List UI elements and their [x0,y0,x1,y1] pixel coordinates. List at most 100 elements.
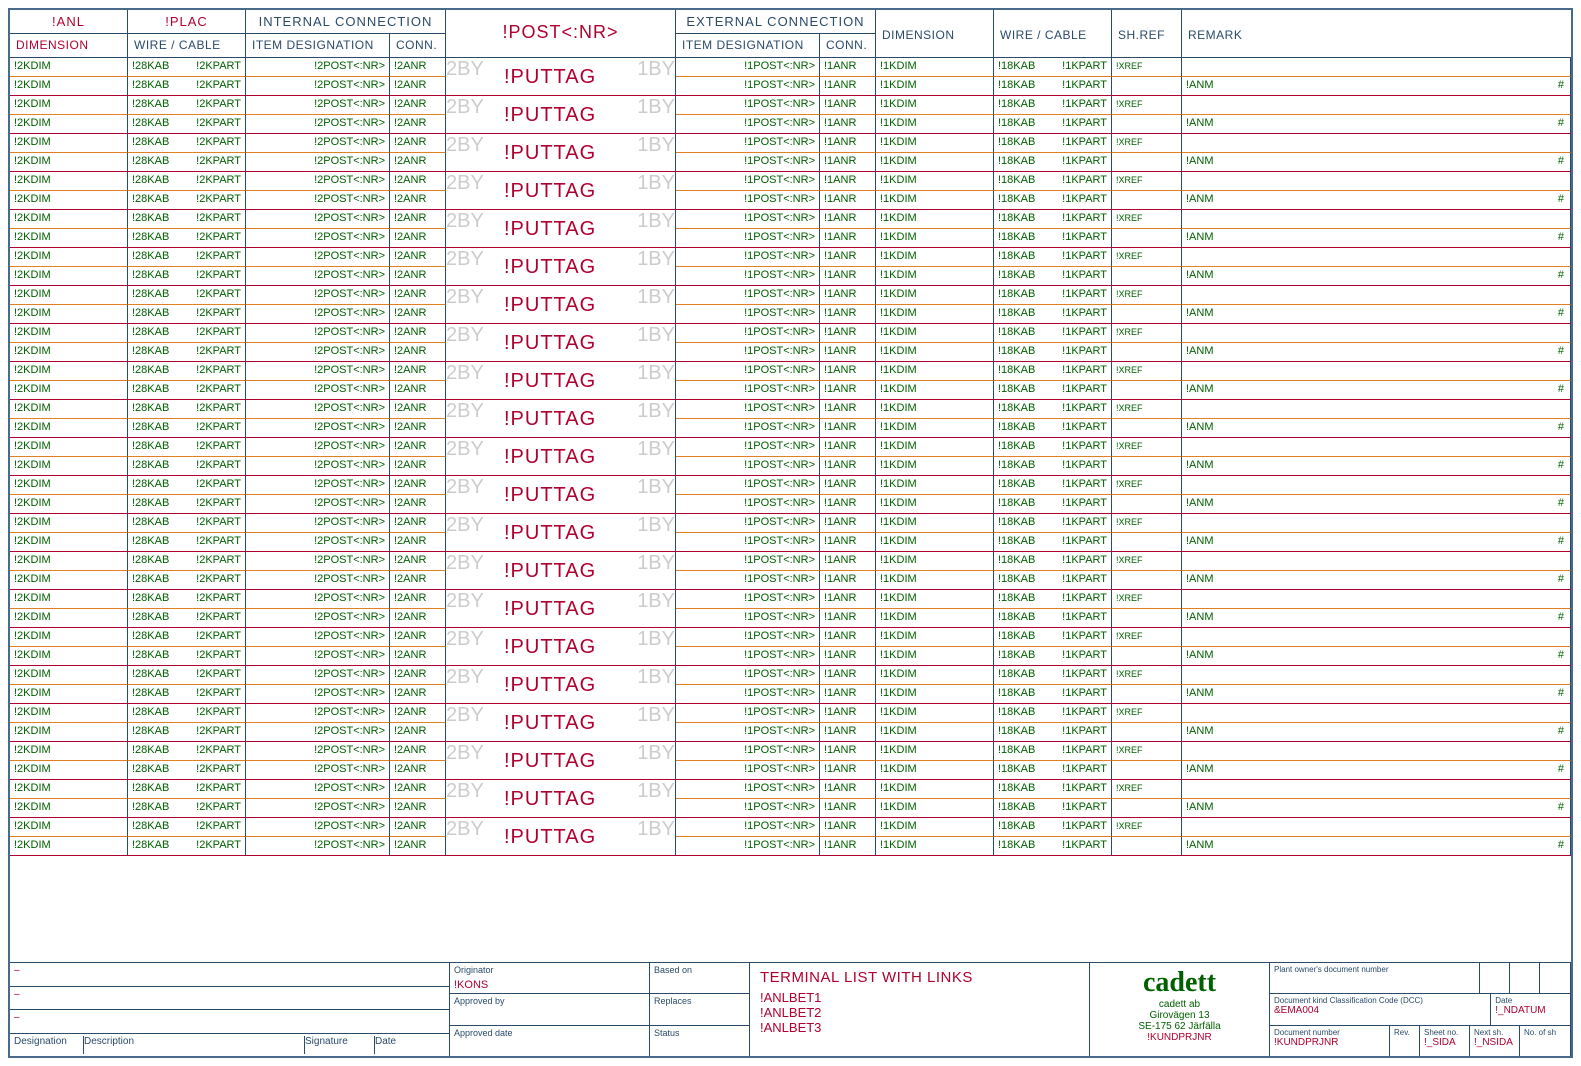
centre-cell: 2BY !PUTTAG 1BY [446,742,676,761]
logo-addr2: SE-175 62 Järfälla [1094,1021,1265,1032]
shref-cell2 [1112,267,1182,286]
cell: !18KAB!1KPART [994,400,1112,419]
cell: !2KDIM [10,305,128,324]
cell: !2ANR [390,58,446,77]
logo-addr1: Girovägen 13 [1094,1010,1265,1021]
cell: !28KAB!2KPART [128,134,246,153]
cell: !1KDIM [876,343,994,362]
cell: !18KAB!1KPART [994,267,1112,286]
cell: !28KAB!2KPART [128,267,246,286]
remark-cell: !ANM# [1182,837,1571,856]
cell: !2POST<:NR> [246,324,390,343]
cell: !28KAB!2KPART [128,115,246,134]
cell: !1KDIM [876,514,994,533]
cell: !2ANR [390,191,446,210]
shref-cell2 [1112,305,1182,324]
tb-dcc-lbl: Document kind Classification Code (DCC) [1274,996,1486,1005]
cell: !2ANR [390,362,446,381]
centre-cell: 2BY !PUTTAG 1BY [446,362,676,381]
cell: !2ANR [390,704,446,723]
cell: !1ANR [820,438,876,457]
tb-nextsh-lbl: Next sh. [1474,1028,1515,1037]
cell: !2KDIM [10,799,128,818]
centre-cell-b [446,533,676,552]
hdr-remark: REMARK [1182,24,1248,48]
cell: !2ANR [390,514,446,533]
cell: !1POST<:NR> [676,153,820,172]
cell: !1POST<:NR> [676,495,820,514]
cell: !28KAB!2KPART [128,58,246,77]
table-rowpair: !2KDIM!28KAB!2KPART!2POST<:NR>!2ANR 2BY … [10,96,1571,134]
table-rowpair: !2KDIM!28KAB!2KPART!2POST<:NR>!2ANR 2BY … [10,742,1571,780]
cell: !2KDIM [10,229,128,248]
cell: !2POST<:NR> [246,514,390,533]
cell: !1KDIM [876,457,994,476]
table-rowpair: !2KDIM!28KAB!2KPART!2POST<:NR>!2ANR 2BY … [10,476,1571,514]
cell: !2KDIM [10,343,128,362]
cell: !18KAB!1KPART [994,58,1112,77]
centre-cell-b [446,685,676,704]
tb-dash2: – [10,987,449,1011]
cell: !1KDIM [876,286,994,305]
cell: !18KAB!1KPART [994,210,1112,229]
cell: !1POST<:NR> [676,704,820,723]
remark-cell: !ANM# [1182,799,1571,818]
centre-cell: 2BY !PUTTAG 1BY [446,628,676,647]
remark-cell: !ANM# [1182,229,1571,248]
cell: !18KAB!1KPART [994,761,1112,780]
cell: !1ANR [820,571,876,590]
hdr-dimension: DIMENSION [10,34,127,58]
remark-cell [1182,742,1571,761]
cell: !1KDIM [876,134,994,153]
cell: !2POST<:NR> [246,533,390,552]
cell: !2POST<:NR> [246,362,390,381]
tb-anlbet1: !ANLBET1 [760,990,1079,1005]
cell: !28KAB!2KPART [128,533,246,552]
cell: !1ANR [820,666,876,685]
centre-cell: 2BY !PUTTAG 1BY [446,818,676,837]
cell: !2ANR [390,267,446,286]
tb-description: Description [84,1036,305,1055]
centre-cell-b [446,761,676,780]
cell: !1POST<:NR> [676,343,820,362]
cell: !2POST<:NR> [246,495,390,514]
hdr-itemdesig-int: ITEM DESIGNATION [246,34,390,58]
cell: !1POST<:NR> [676,267,820,286]
shref-cell: !XREF [1112,628,1182,647]
cell: !2ANR [390,324,446,343]
cell: !28KAB!2KPART [128,77,246,96]
tb-appdate-lbl: Approved date [454,1028,645,1038]
cell: !28KAB!2KPART [128,818,246,837]
logo-company: cadett ab [1094,999,1265,1010]
cell: !18KAB!1KPART [994,742,1112,761]
centre-cell-b [446,115,676,134]
centre-cell: 2BY !PUTTAG 1BY [446,172,676,191]
tb-noofsh-lbl: No. of sh [1524,1028,1566,1037]
cell: !28KAB!2KPART [128,552,246,571]
centre-cell: 2BY !PUTTAG 1BY [446,438,676,457]
shref-cell: !XREF [1112,476,1182,495]
cell: !28KAB!2KPART [128,286,246,305]
cell: !1POST<:NR> [676,723,820,742]
cell: !18KAB!1KPART [994,799,1112,818]
tb-sheetno-lbl: Sheet no. [1424,1028,1465,1037]
cell: !1POST<:NR> [676,571,820,590]
table-rowpair: !2KDIM!28KAB!2KPART!2POST<:NR>!2ANR 2BY … [10,362,1571,400]
cell: !1ANR [820,780,876,799]
tb-date: Date [375,1036,445,1055]
cell: !1ANR [820,685,876,704]
cell: !1POST<:NR> [676,476,820,495]
table-rowpair: !2KDIM!28KAB!2KPART!2POST<:NR>!2ANR 2BY … [10,780,1571,818]
remark-cell [1182,590,1571,609]
cell: !1POST<:NR> [676,115,820,134]
cell: !1KDIM [876,191,994,210]
tb-status-lbl: Status [654,1028,745,1038]
remark-cell [1182,818,1571,837]
remark-cell: !ANM# [1182,115,1571,134]
table-rowpair: !2KDIM!28KAB!2KPART!2POST<:NR>!2ANR 2BY … [10,400,1571,438]
cell: !2KDIM [10,628,128,647]
cell: !1ANR [820,96,876,115]
tb-anlbet3: !ANLBET3 [760,1020,1079,1035]
tb-anlbet2: !ANLBET2 [760,1005,1079,1020]
cell: !2KDIM [10,115,128,134]
